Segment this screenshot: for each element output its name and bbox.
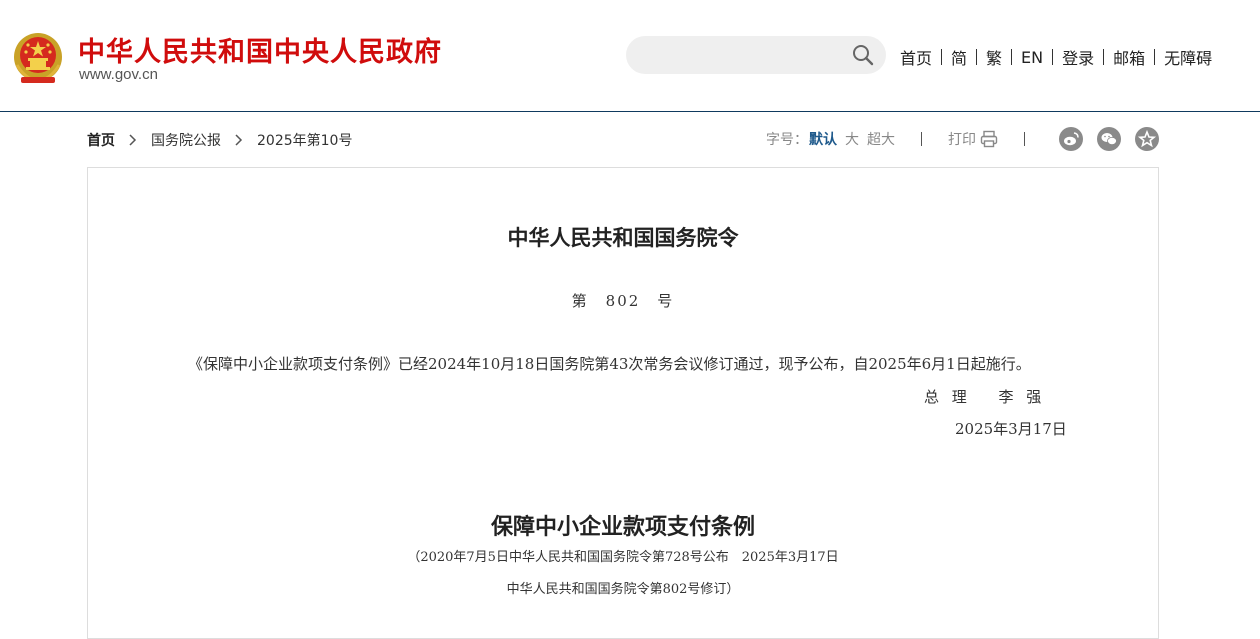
regulation-subtitle: （2020年7月5日中华人民共和国国务院令第728号公布 2025年3月17日 bbox=[407, 550, 839, 565]
printer-icon[interactable] bbox=[980, 130, 998, 148]
breadcrumb-bulletin[interactable]: 国务院公报 bbox=[151, 130, 221, 150]
site-title[interactable]: 中华人民共和国中央人民政府 bbox=[78, 30, 442, 69]
order-title: 中华人民共和国国务院令 bbox=[507, 225, 739, 250]
nav-english[interactable]: EN bbox=[1021, 48, 1043, 67]
font-size-large[interactable]: 大 bbox=[845, 129, 859, 149]
nav-divider bbox=[1103, 49, 1105, 65]
breadcrumb: 首页 国务院公报 2025年第10号 bbox=[87, 130, 352, 150]
tools-divider bbox=[921, 132, 922, 146]
font-size-default[interactable]: 默认 bbox=[809, 129, 837, 149]
article-tools: 字号： 默认 大 超大 打印 bbox=[766, 128, 1051, 150]
font-size-label: 字号： bbox=[766, 132, 808, 148]
tools-divider bbox=[1024, 132, 1025, 146]
regulation-title: 保障中小企业款项支付条例 bbox=[490, 514, 755, 540]
star-icon bbox=[1137, 129, 1157, 148]
nav-divider bbox=[1011, 49, 1013, 65]
regulation-subtitle: 中华人民共和国国务院令第802号修订） bbox=[506, 582, 740, 597]
sign-date: 2025年3月17日 bbox=[955, 420, 1067, 438]
article-panel: 中华人民共和国国务院令 第 802 号 《保障中小企业款项支付条例》已经2024… bbox=[87, 167, 1159, 639]
weibo-icon bbox=[1064, 132, 1079, 146]
nav-divider bbox=[1052, 49, 1054, 65]
order-body: 《保障中小企业款项支付条例》已经2024年10月18日国务院第43次常务会议修订… bbox=[188, 355, 1031, 373]
print-link[interactable]: 打印 bbox=[948, 129, 976, 149]
font-size-xlarge[interactable]: 超大 bbox=[867, 129, 895, 149]
wechat-share-button[interactable] bbox=[1097, 127, 1121, 151]
nav-divider bbox=[941, 49, 943, 65]
nav-login[interactable]: 登录 bbox=[1062, 45, 1094, 69]
search-box[interactable] bbox=[626, 36, 886, 76]
nav-home[interactable]: 首页 bbox=[900, 45, 932, 69]
nav-mail[interactable]: 邮箱 bbox=[1113, 45, 1145, 69]
breadcrumb-home[interactable]: 首页 bbox=[87, 130, 115, 150]
site-header: 中华人民共和国中央人民政府 www.gov.cn 首页 简 繁 EN 登录 邮箱… bbox=[0, 0, 1260, 112]
chevron-right-icon bbox=[129, 134, 137, 146]
breadcrumb-issue[interactable]: 2025年第10号 bbox=[257, 130, 352, 150]
favorite-button[interactable] bbox=[1135, 127, 1159, 151]
nav-divider bbox=[1154, 49, 1156, 65]
national-emblem-icon[interactable] bbox=[13, 31, 63, 85]
chevron-right-icon bbox=[235, 134, 243, 146]
nav-traditional[interactable]: 繁 bbox=[986, 45, 1002, 69]
order-number: 第 802 号 bbox=[571, 292, 675, 310]
wechat-icon bbox=[1101, 133, 1117, 145]
nav-simplified[interactable]: 简 bbox=[951, 45, 967, 69]
search-icon[interactable] bbox=[852, 44, 874, 66]
nav-accessibility[interactable]: 无障碍 bbox=[1164, 45, 1212, 69]
weibo-share-button[interactable] bbox=[1059, 127, 1083, 151]
site-url[interactable]: www.gov.cn bbox=[79, 66, 158, 83]
signer: 总 理 李 强 bbox=[924, 388, 1046, 406]
nav-divider bbox=[976, 49, 978, 65]
top-nav: 首页 简 繁 EN 登录 邮箱 无障碍 bbox=[900, 45, 1212, 69]
search-input[interactable] bbox=[640, 36, 844, 76]
